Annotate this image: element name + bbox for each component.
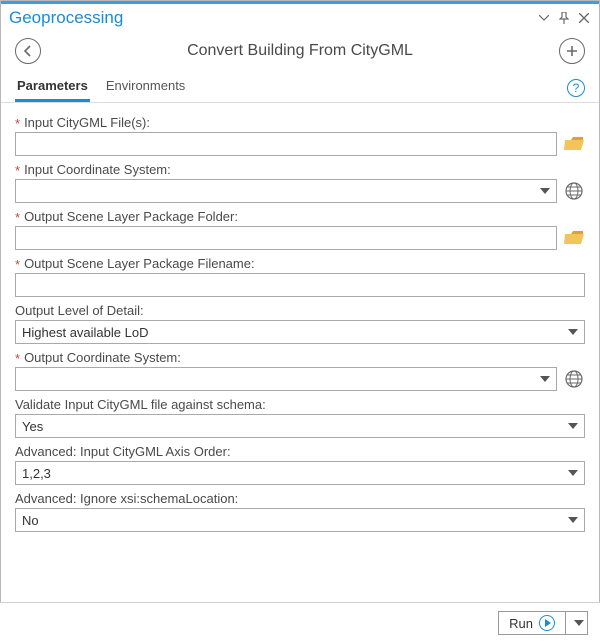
browse-folder-icon[interactable] <box>563 134 585 154</box>
play-icon <box>539 615 555 631</box>
validate-value: Yes <box>22 419 564 434</box>
output-crs-select[interactable] <box>15 367 557 391</box>
globe-icon[interactable] <box>563 369 585 389</box>
tabs-underline <box>1 102 599 103</box>
field-output-crs: * Output Coordinate System: <box>15 350 585 391</box>
chevron-down-icon <box>574 620 584 626</box>
ignore-schema-value: No <box>22 513 564 528</box>
titlebar: Geoprocessing <box>1 1 599 28</box>
window-title: Geoprocessing <box>9 8 123 28</box>
tool-header: Convert Building From CityGML <box>1 28 599 72</box>
axis-order-select[interactable]: 1,2,3 <box>15 461 585 485</box>
chevron-down-icon <box>540 188 550 194</box>
browse-folder-icon[interactable] <box>563 228 585 248</box>
input-files-input[interactable] <box>15 132 557 156</box>
required-marker: * <box>15 211 20 224</box>
label-axis-order: Advanced: Input CityGML Axis Order: <box>15 444 231 459</box>
chevron-down-icon <box>568 329 578 335</box>
help-icon[interactable]: ? <box>567 79 585 97</box>
tabs: Parameters Environments <box>15 74 187 102</box>
run-dropdown[interactable] <box>566 611 588 635</box>
required-marker: * <box>15 258 20 271</box>
ignore-schema-select[interactable]: No <box>15 508 585 532</box>
add-button[interactable] <box>559 38 585 64</box>
axis-order-value: 1,2,3 <box>22 466 564 481</box>
label-input-crs: Input Coordinate System: <box>24 162 171 177</box>
label-output-crs: Output Coordinate System: <box>24 350 181 365</box>
label-validate: Validate Input CityGML file against sche… <box>15 397 266 412</box>
dropdown-icon[interactable] <box>537 11 551 25</box>
label-output-folder: Output Scene Layer Package Folder: <box>24 209 238 224</box>
chevron-down-icon <box>568 470 578 476</box>
footer: Run <box>0 602 600 643</box>
required-marker: * <box>15 164 20 177</box>
tab-parameters[interactable]: Parameters <box>15 74 90 102</box>
field-validate: Validate Input CityGML file against sche… <box>15 397 585 438</box>
tool-title: Convert Building From CityGML <box>187 42 413 60</box>
input-crs-select[interactable] <box>15 179 557 203</box>
lod-select[interactable]: Highest available LoD <box>15 320 585 344</box>
lod-value: Highest available LoD <box>22 325 564 340</box>
field-input-crs: * Input Coordinate System: <box>15 162 585 203</box>
back-button[interactable] <box>15 38 41 64</box>
parameters-form: * Input CityGML File(s): * Input Coordin… <box>1 111 599 532</box>
label-ignore-schema: Advanced: Ignore xsi:schemaLocation: <box>15 491 238 506</box>
window-controls <box>537 11 591 25</box>
field-ignore-schema: Advanced: Ignore xsi:schemaLocation: No <box>15 491 585 532</box>
label-lod: Output Level of Detail: <box>15 303 144 318</box>
tab-environments[interactable]: Environments <box>104 74 187 102</box>
field-axis-order: Advanced: Input CityGML Axis Order: 1,2,… <box>15 444 585 485</box>
close-icon[interactable] <box>577 11 591 25</box>
chevron-down-icon <box>568 423 578 429</box>
chevron-down-icon <box>540 376 550 382</box>
field-output-filename: * Output Scene Layer Package Filename: <box>15 256 585 297</box>
run-button[interactable]: Run <box>498 611 566 635</box>
output-filename-input[interactable] <box>15 273 585 297</box>
run-group: Run <box>498 611 588 635</box>
label-output-filename: Output Scene Layer Package Filename: <box>24 256 255 271</box>
field-output-folder: * Output Scene Layer Package Folder: <box>15 209 585 250</box>
field-input-files: * Input CityGML File(s): <box>15 115 585 156</box>
pin-icon[interactable] <box>557 11 571 25</box>
chevron-down-icon <box>568 517 578 523</box>
tabs-row: Parameters Environments ? <box>1 72 599 102</box>
label-input-files: Input CityGML File(s): <box>24 115 150 130</box>
field-lod: Output Level of Detail: Highest availabl… <box>15 303 585 344</box>
required-marker: * <box>15 352 20 365</box>
output-folder-input[interactable] <box>15 226 557 250</box>
globe-icon[interactable] <box>563 181 585 201</box>
validate-select[interactable]: Yes <box>15 414 585 438</box>
run-label: Run <box>509 616 533 631</box>
required-marker: * <box>15 117 20 130</box>
